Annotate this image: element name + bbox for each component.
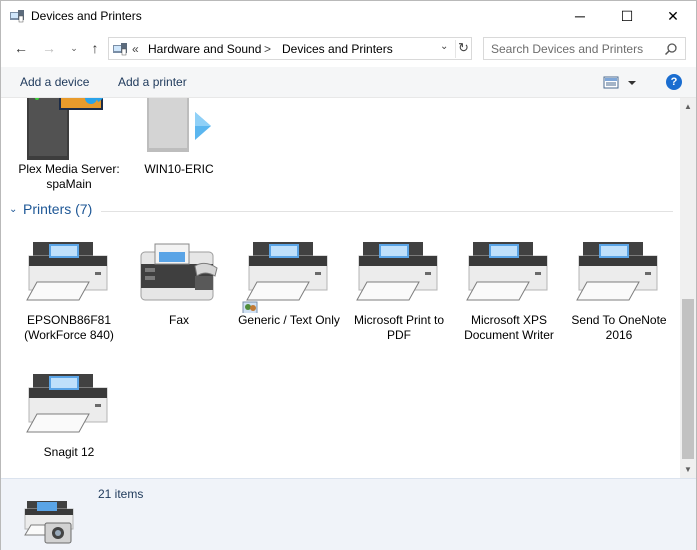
title-bar: Devices and Printers ─ ☐ ✕ [1, 1, 696, 32]
devices-and-printers-status-icon [24, 501, 74, 544]
printer-microsoft-print-to-pdf[interactable]: Microsoft Print to PDF [347, 228, 451, 343]
printer-epson[interactable]: EPSONB86F81 (WorkForce 840) [17, 228, 121, 343]
printer-icon [26, 374, 108, 433]
device-label: Snagit 12 [43, 445, 95, 459]
printers-group-title[interactable]: Printers (7) [23, 201, 92, 217]
refresh-icon[interactable]: ↻ [455, 40, 471, 58]
search-box[interactable] [483, 37, 686, 60]
device-label: EPSONB86F81 (WorkForce 840) [24, 313, 114, 342]
control-panel-icon [113, 43, 127, 56]
devices-and-printers-app-icon [10, 10, 24, 23]
details-pane: 21 items [1, 478, 696, 550]
device-label: Generic / Text Only [238, 313, 340, 327]
device-label: Microsoft Print to PDF [353, 313, 445, 342]
printer-generic-text-only[interactable]: Generic / Text Only [237, 228, 341, 328]
change-view-icon[interactable] [602, 74, 642, 92]
device-win10-eric[interactable]: WIN10-ERIC [127, 98, 231, 177]
maximize-button[interactable]: ☐ [604, 1, 650, 31]
printer-icon [466, 242, 548, 301]
breadcrumb-hardware-and-sound[interactable]: Hardware and Sound [148, 42, 261, 56]
breadcrumb-devices-and-printers[interactable]: Devices and Printers [282, 42, 393, 56]
printer-fax[interactable]: Fax [127, 228, 231, 328]
device-label: Plex Media Server: spaMain [18, 162, 120, 191]
item-count: 21 items [98, 487, 144, 501]
device-label: Fax [168, 313, 189, 327]
media-server-icon [27, 98, 103, 160]
recent-locations-chevron-icon[interactable]: ⌄ [64, 38, 84, 58]
search-icon[interactable] [664, 42, 678, 56]
printer-send-to-onenote-2016[interactable]: Send To OneNote 2016 [567, 228, 671, 343]
devices-and-printers-window: Devices and Printers ─ ☐ ✕ ← → ⌄ ↑ « Har… [0, 0, 697, 550]
group-collapse-chevron-icon[interactable]: ⌄ [9, 204, 17, 215]
printers-group-header[interactable]: ⌄ Printers (7) [9, 201, 673, 221]
printer-microsoft-xps-document-writer[interactable]: Microsoft XPS Document Writer [457, 228, 561, 343]
printer-icon [242, 242, 328, 316]
search-input[interactable] [491, 41, 661, 57]
scroll-down-arrow-icon[interactable]: ▼ [680, 461, 696, 478]
help-icon[interactable]: ? [666, 74, 682, 90]
address-overflow-icon[interactable]: « [132, 42, 139, 56]
address-dropdown-icon[interactable]: ⌄ [440, 41, 448, 52]
address-bar[interactable]: « Hardware and Sound > Devices and Print… [108, 37, 472, 60]
window-title: Devices and Printers [31, 9, 142, 23]
device-label: Send To OneNote 2016 [571, 313, 667, 342]
minimize-button[interactable]: ─ [557, 1, 603, 31]
navigation-bar: ← → ⌄ ↑ « Hardware and Sound > Devices a… [1, 34, 696, 64]
group-divider [101, 211, 673, 212]
printer-icon [356, 242, 438, 301]
printer-icon [26, 242, 108, 301]
add-a-device-button[interactable]: Add a device [20, 75, 89, 89]
printer-icon [576, 242, 658, 301]
vertical-scrollbar[interactable]: ▲ ▼ [680, 98, 696, 478]
device-label: Microsoft XPS Document Writer [464, 313, 554, 342]
device-plex-media-server[interactable]: Plex Media Server: spaMain [17, 98, 121, 192]
forward-arrow-icon[interactable]: → [39, 38, 59, 58]
add-a-printer-button[interactable]: Add a printer [118, 75, 187, 89]
up-arrow-icon[interactable]: ↑ [85, 38, 105, 58]
network-computer-icon [147, 98, 211, 152]
scroll-up-arrow-icon[interactable]: ▲ [680, 98, 696, 115]
command-bar: Add a device Add a printer ? [1, 67, 696, 98]
breadcrumb-separator-icon[interactable]: > [264, 42, 271, 56]
printer-snagit-12[interactable]: Snagit 12 [17, 360, 121, 460]
fax-icon [140, 243, 218, 301]
device-list: Plex Media Server: spaMain WIN10-ERIC ⌄ … [1, 98, 680, 478]
device-label: WIN10-ERIC [144, 162, 214, 176]
back-arrow-icon[interactable]: ← [11, 38, 31, 58]
close-button[interactable]: ✕ [650, 1, 696, 31]
scrollbar-thumb[interactable] [682, 299, 694, 459]
